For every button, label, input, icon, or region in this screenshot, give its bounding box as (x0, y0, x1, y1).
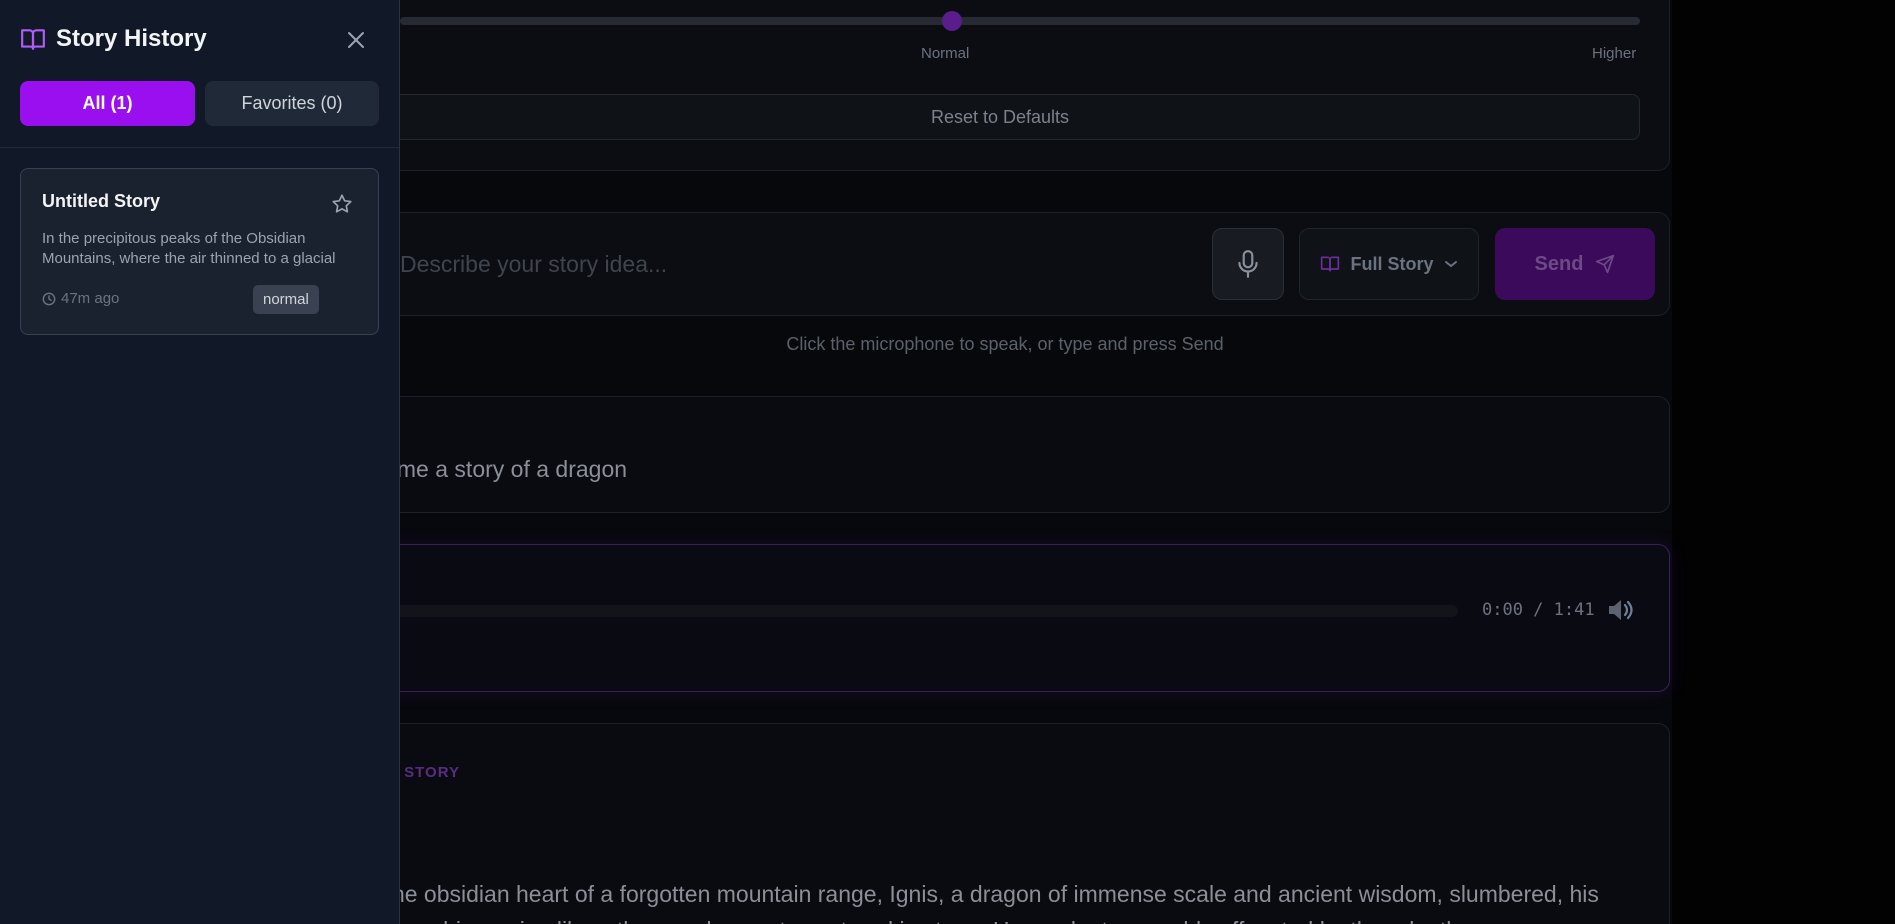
send-label: Send (1534, 252, 1584, 275)
story-mode-select[interactable]: Full Story (1299, 228, 1479, 300)
story-item-badge: normal (253, 285, 319, 314)
story-item-excerpt: In the precipitous peaks of the Obsidian… (42, 229, 360, 269)
sidebar-divider (0, 147, 399, 148)
page-margin (1672, 0, 1895, 924)
settings-panel (340, 0, 1670, 171)
book-icon (1321, 256, 1340, 272)
microphone-icon (1238, 250, 1258, 278)
excerpt-line: In the precipitous peaks of the Obsidian (42, 230, 306, 247)
volume-icon[interactable] (1606, 598, 1634, 622)
tab-favorites[interactable]: Favorites (0) (205, 81, 379, 126)
tab-all[interactable]: All (1) (20, 81, 195, 126)
reset-defaults-button[interactable]: Reset to Defaults (360, 94, 1640, 140)
story-list-item[interactable]: Untitled Story In the precipitous peaks … (20, 168, 379, 335)
chevron-down-icon (1444, 261, 1457, 268)
story-mode-label: Full Story (1350, 253, 1434, 274)
slider-label-higher: Higher (1592, 45, 1637, 62)
audio-player (340, 544, 1670, 692)
send-icon (1596, 254, 1615, 274)
sidebar-title: Story History (56, 25, 207, 52)
audio-time: 0:00 / 1:41 (1482, 600, 1595, 620)
sidebar-header: Story History (20, 22, 370, 56)
excerpt-line: Mountains, where the air thinned to a gl… (42, 250, 336, 267)
book-open-icon (21, 29, 45, 50)
slider-label-normal: Normal (921, 45, 970, 62)
speed-slider-thumb[interactable] (942, 11, 962, 31)
story-idea-input[interactable] (400, 246, 1180, 282)
microphone-button[interactable] (1212, 228, 1284, 300)
story-item-time: 47m ago (42, 290, 119, 307)
story-history-sidebar: Story History All (1) Favorites (0) Unti… (0, 0, 400, 924)
clock-icon (42, 292, 56, 305)
story-item-time-text: 47m ago (61, 290, 120, 307)
story-item-title: Untitled Story (42, 191, 161, 211)
star-icon[interactable] (331, 193, 353, 215)
close-icon (348, 32, 364, 48)
audio-progress-bar[interactable] (380, 605, 1458, 617)
close-sidebar-button[interactable] (342, 26, 370, 54)
user-prompt-card (340, 396, 1670, 513)
speed-slider-track[interactable] (400, 17, 1640, 25)
input-hint: Click the microphone to speak, or type a… (786, 334, 1224, 354)
story-text: In the obsidian heart of a forgotten mou… (360, 881, 1599, 924)
send-button[interactable]: Send (1495, 228, 1655, 300)
